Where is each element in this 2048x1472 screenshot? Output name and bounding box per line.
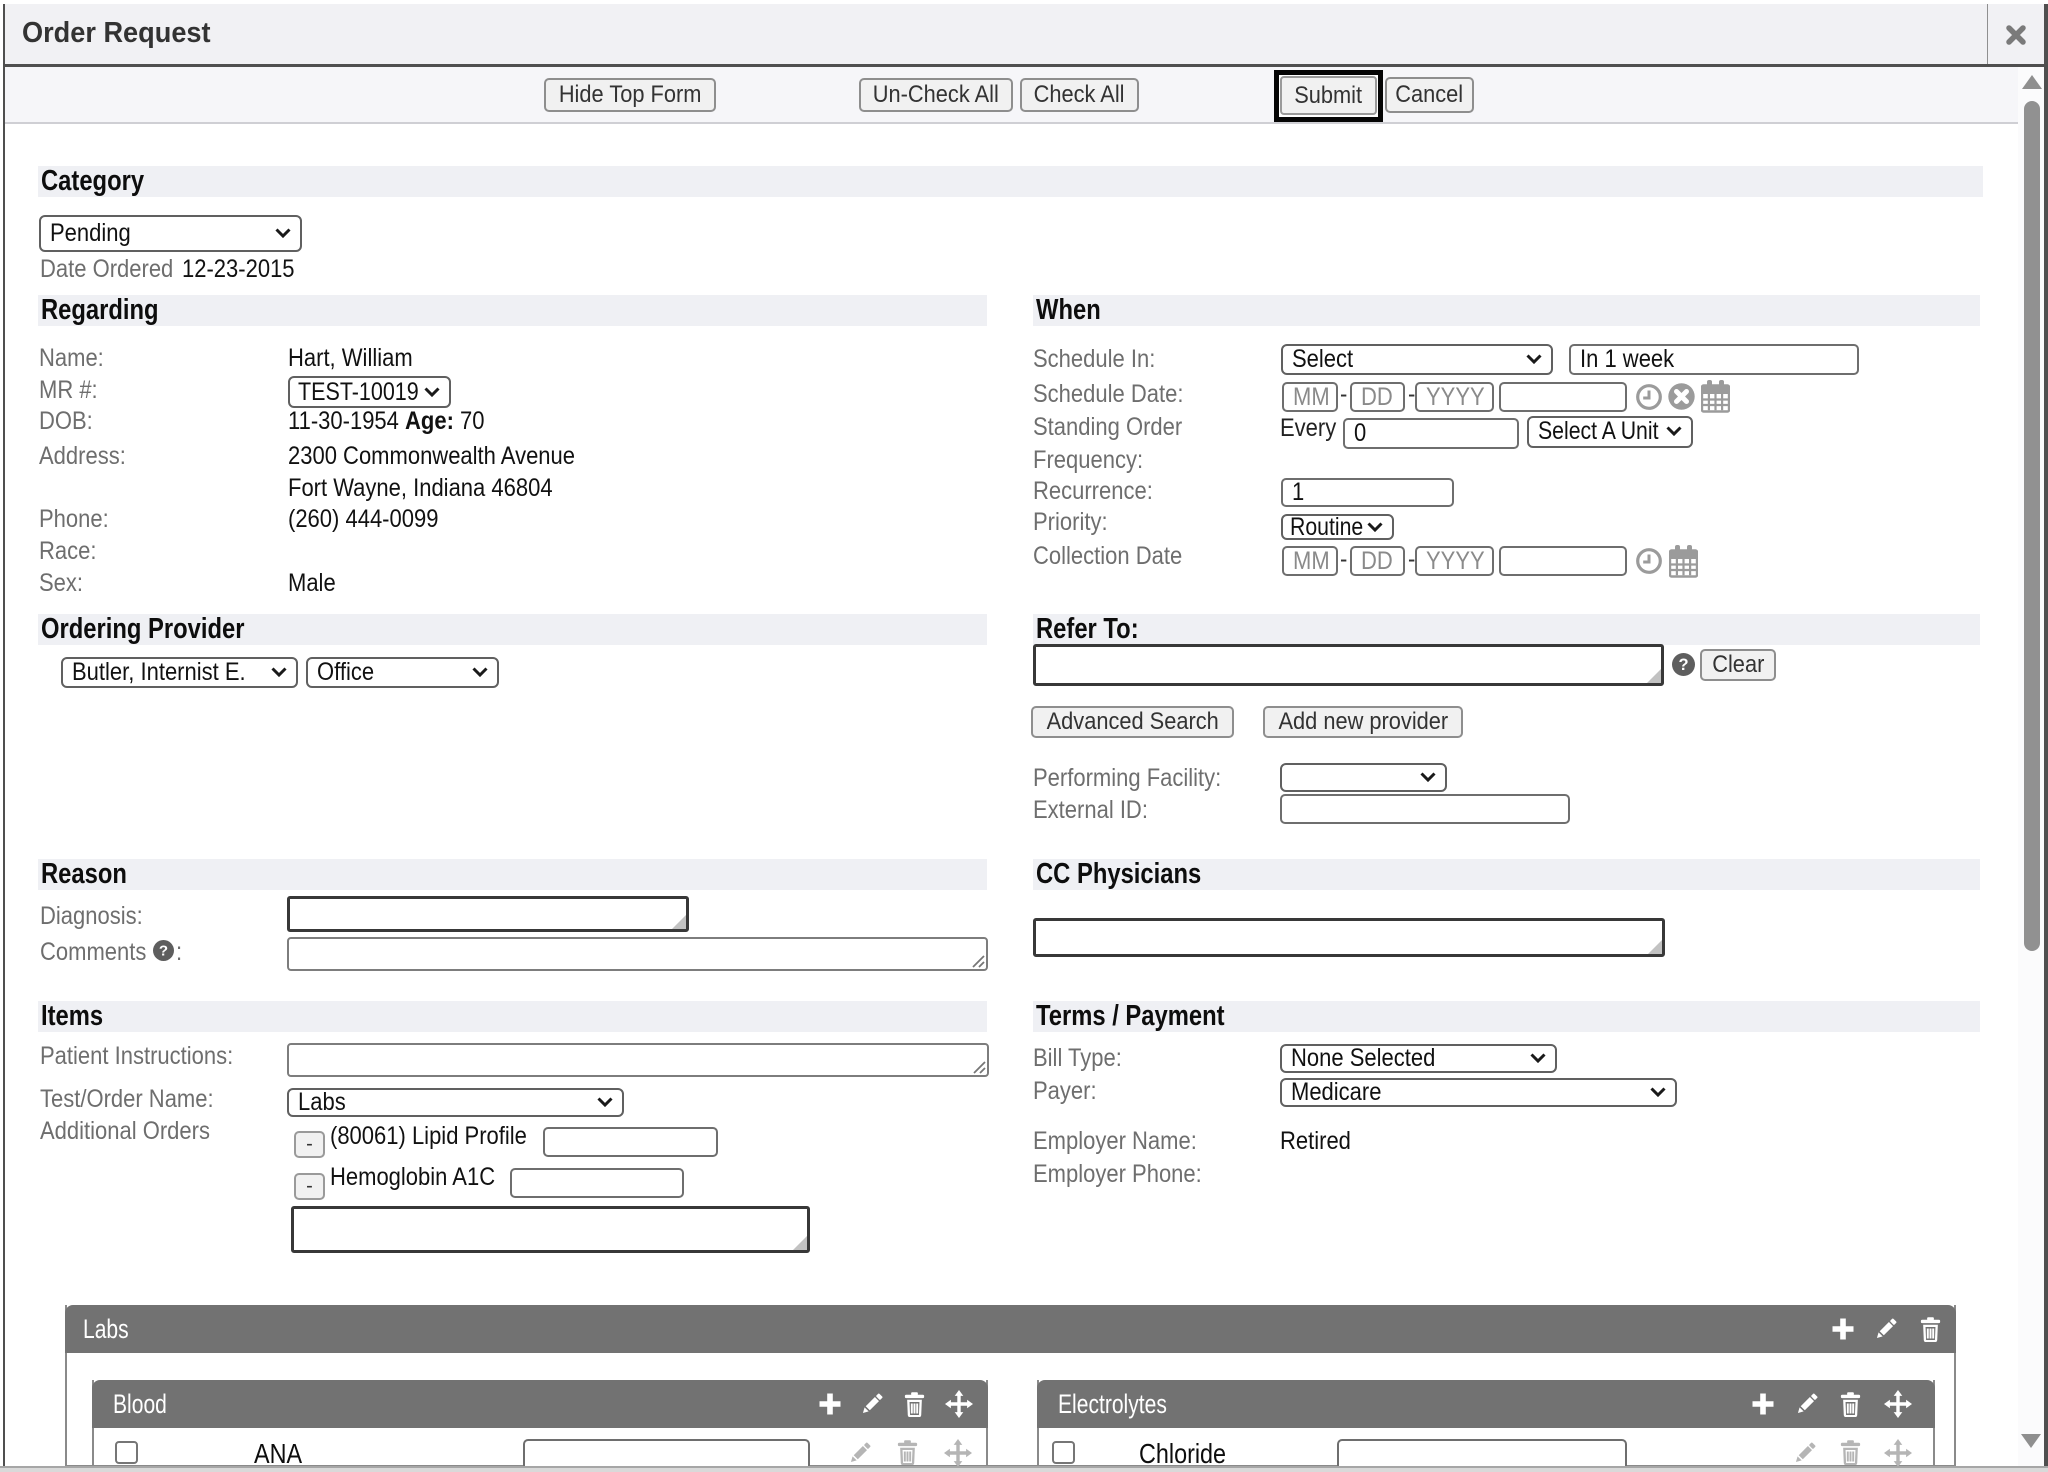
svg-text:?: ? xyxy=(1678,656,1688,674)
svg-text:?: ? xyxy=(158,943,167,960)
